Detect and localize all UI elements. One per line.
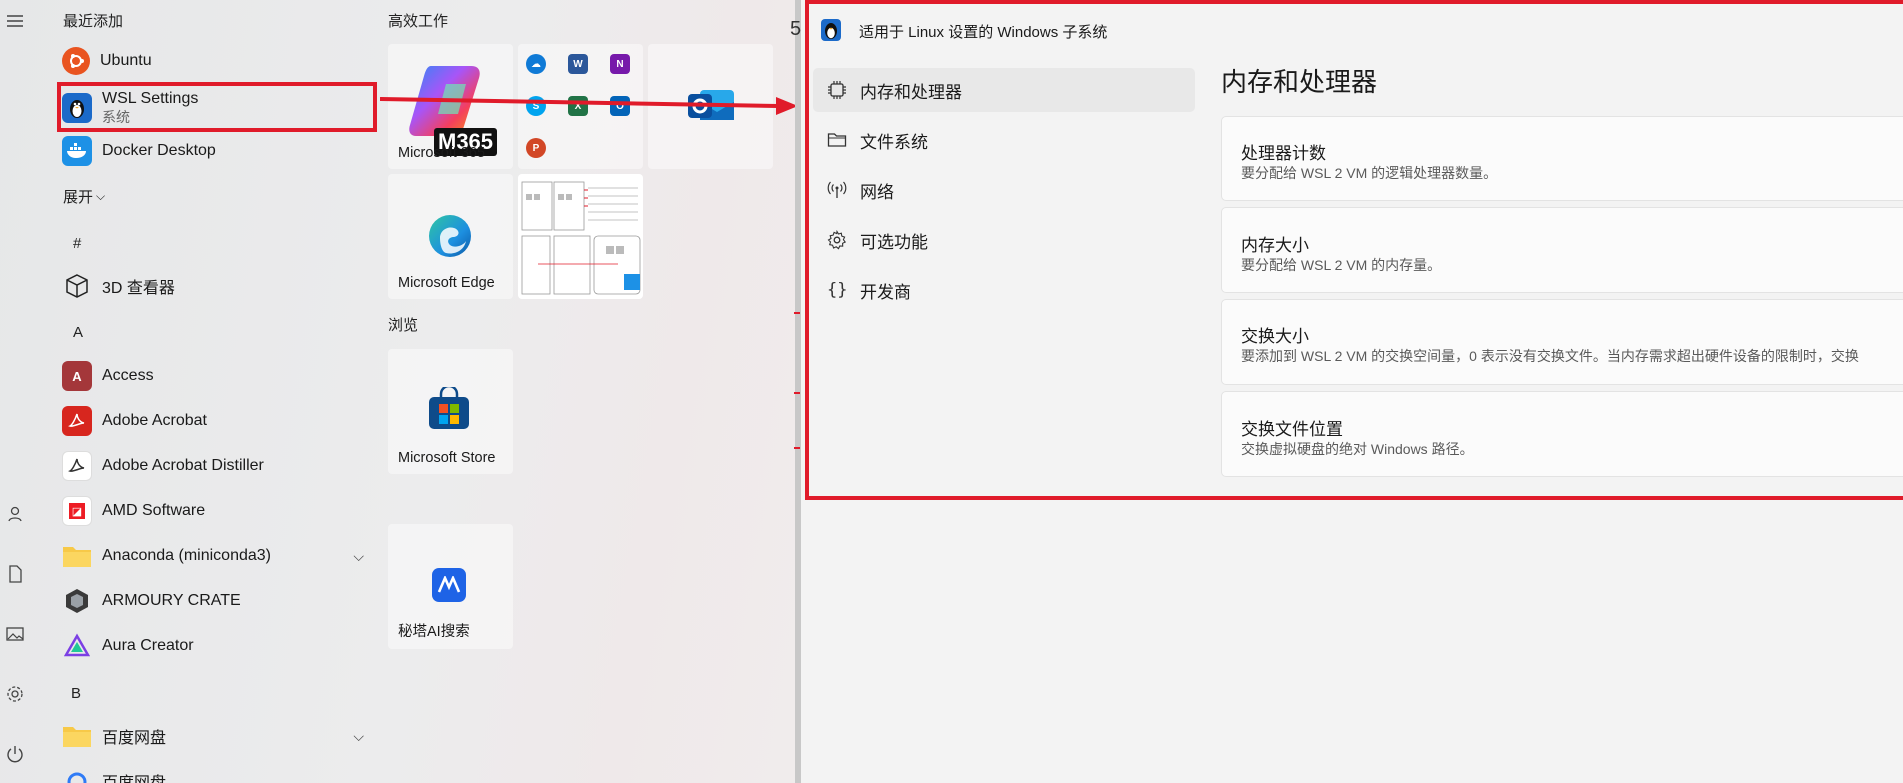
chevron-down-icon[interactable]: ⌵: [353, 548, 364, 565]
tile-label: Microsoft Edge: [398, 275, 495, 291]
app-name: Adobe Acrobat: [102, 412, 207, 429]
settings-gear-icon[interactable]: [4, 683, 26, 705]
app-name: Ubuntu: [100, 52, 152, 69]
app-adobe-acrobat[interactable]: Adobe Acrobat: [62, 403, 372, 439]
app-name: Aura Creator: [102, 637, 194, 654]
expand-button[interactable]: 展开 ⌵: [63, 186, 105, 207]
folder-icon: [62, 721, 92, 751]
power-icon[interactable]: [4, 743, 26, 765]
tile-paper-figure[interactable]: [518, 174, 643, 299]
seam-mark: [794, 312, 800, 314]
onenote-icon: N: [610, 54, 630, 74]
app-name: Adobe Acrobat Distiller: [102, 457, 264, 474]
ubuntu-icon: [62, 47, 90, 75]
app-amd-software[interactable]: ◪ AMD Software: [62, 493, 372, 529]
browse-header: 浏览: [388, 317, 419, 334]
metaso-icon: [432, 568, 466, 602]
documents-icon[interactable]: [4, 563, 26, 585]
app-baidu-folder[interactable]: 百度网盘 ⌵: [62, 718, 372, 754]
chevron-down-icon[interactable]: ⌵: [353, 728, 364, 745]
chevron-down-icon: ⌵: [96, 189, 106, 203]
app-name: Access: [102, 367, 154, 384]
letter-header-hash[interactable]: #: [73, 235, 81, 252]
letter-header-a[interactable]: A: [73, 324, 83, 341]
seam-mark: [794, 447, 800, 449]
app-name: 3D 查看器: [102, 280, 175, 297]
cube-icon: [62, 271, 92, 301]
app-name: 百度网盘: [102, 730, 167, 747]
highlight-arrow: [380, 97, 798, 115]
app-access[interactable]: A Access: [62, 358, 372, 394]
word-icon: W: [568, 54, 588, 74]
seam-mark: [794, 392, 800, 394]
user-icon[interactable]: [4, 503, 26, 525]
powerpoint-icon: P: [526, 138, 546, 158]
hamburger-menu-icon[interactable]: [4, 10, 26, 32]
start-menu: 最近添加 Ubuntu WSL Settings 系统 Docker Deskt…: [0, 0, 798, 783]
app-aura-creator[interactable]: Aura Creator: [62, 628, 372, 664]
docker-icon: [62, 136, 92, 166]
recent-header: 最近添加: [63, 13, 124, 30]
window-highlight-box: [805, 0, 1903, 500]
background-glyph: 5: [790, 18, 802, 40]
app-baidu-netdisk[interactable]: 百度网盘: [62, 763, 372, 783]
highlight-box: [57, 82, 377, 132]
app-name: AMD Software: [102, 502, 206, 519]
app-name: Anaconda (miniconda3): [102, 547, 271, 564]
folder-icon: [62, 541, 92, 571]
app-docker-desktop[interactable]: Docker Desktop: [62, 133, 372, 169]
tile-microsoft-store[interactable]: Microsoft Store: [388, 349, 513, 474]
store-icon: [426, 384, 472, 438]
pictures-icon[interactable]: [4, 623, 26, 645]
app-name: Docker Desktop: [102, 142, 216, 159]
productivity-header: 高效工作: [388, 13, 449, 30]
start-rail: [0, 0, 30, 783]
aura-icon: [62, 631, 92, 661]
onedrive-icon: ☁: [526, 54, 546, 74]
app-adobe-acrobat-distiller[interactable]: Adobe Acrobat Distiller: [62, 448, 372, 484]
acrobat-icon: [62, 406, 92, 436]
tile-label: Microsoft Store: [398, 450, 496, 466]
paper-figure-thumbnail: [521, 181, 641, 295]
tile-metaso-ai-search[interactable]: 秘塔AI搜索: [388, 524, 513, 649]
app-ubuntu[interactable]: Ubuntu: [62, 43, 372, 79]
letter-header-b[interactable]: B: [71, 685, 81, 702]
armoury-crate-icon: [62, 586, 92, 616]
app-anaconda[interactable]: Anaconda (miniconda3) ⌵: [62, 538, 372, 574]
expand-label: 展开: [63, 189, 94, 206]
tile-label: 秘塔AI搜索: [398, 624, 470, 640]
access-icon: A: [62, 361, 92, 391]
app-name: 百度网盘: [102, 769, 166, 783]
app-3d-viewer[interactable]: 3D 查看器: [62, 268, 372, 304]
baidu-netdisk-icon: [62, 766, 92, 783]
app-armoury-crate[interactable]: ARMOURY CRATE: [62, 583, 372, 619]
app-name: ARMOURY CRATE: [102, 592, 241, 609]
amd-icon: ◪: [62, 496, 92, 526]
tile-microsoft-edge[interactable]: Microsoft Edge: [388, 174, 513, 299]
distiller-icon: [62, 451, 92, 481]
edge-icon: [426, 212, 474, 265]
tile-label: Microsoft 365: [398, 145, 486, 161]
